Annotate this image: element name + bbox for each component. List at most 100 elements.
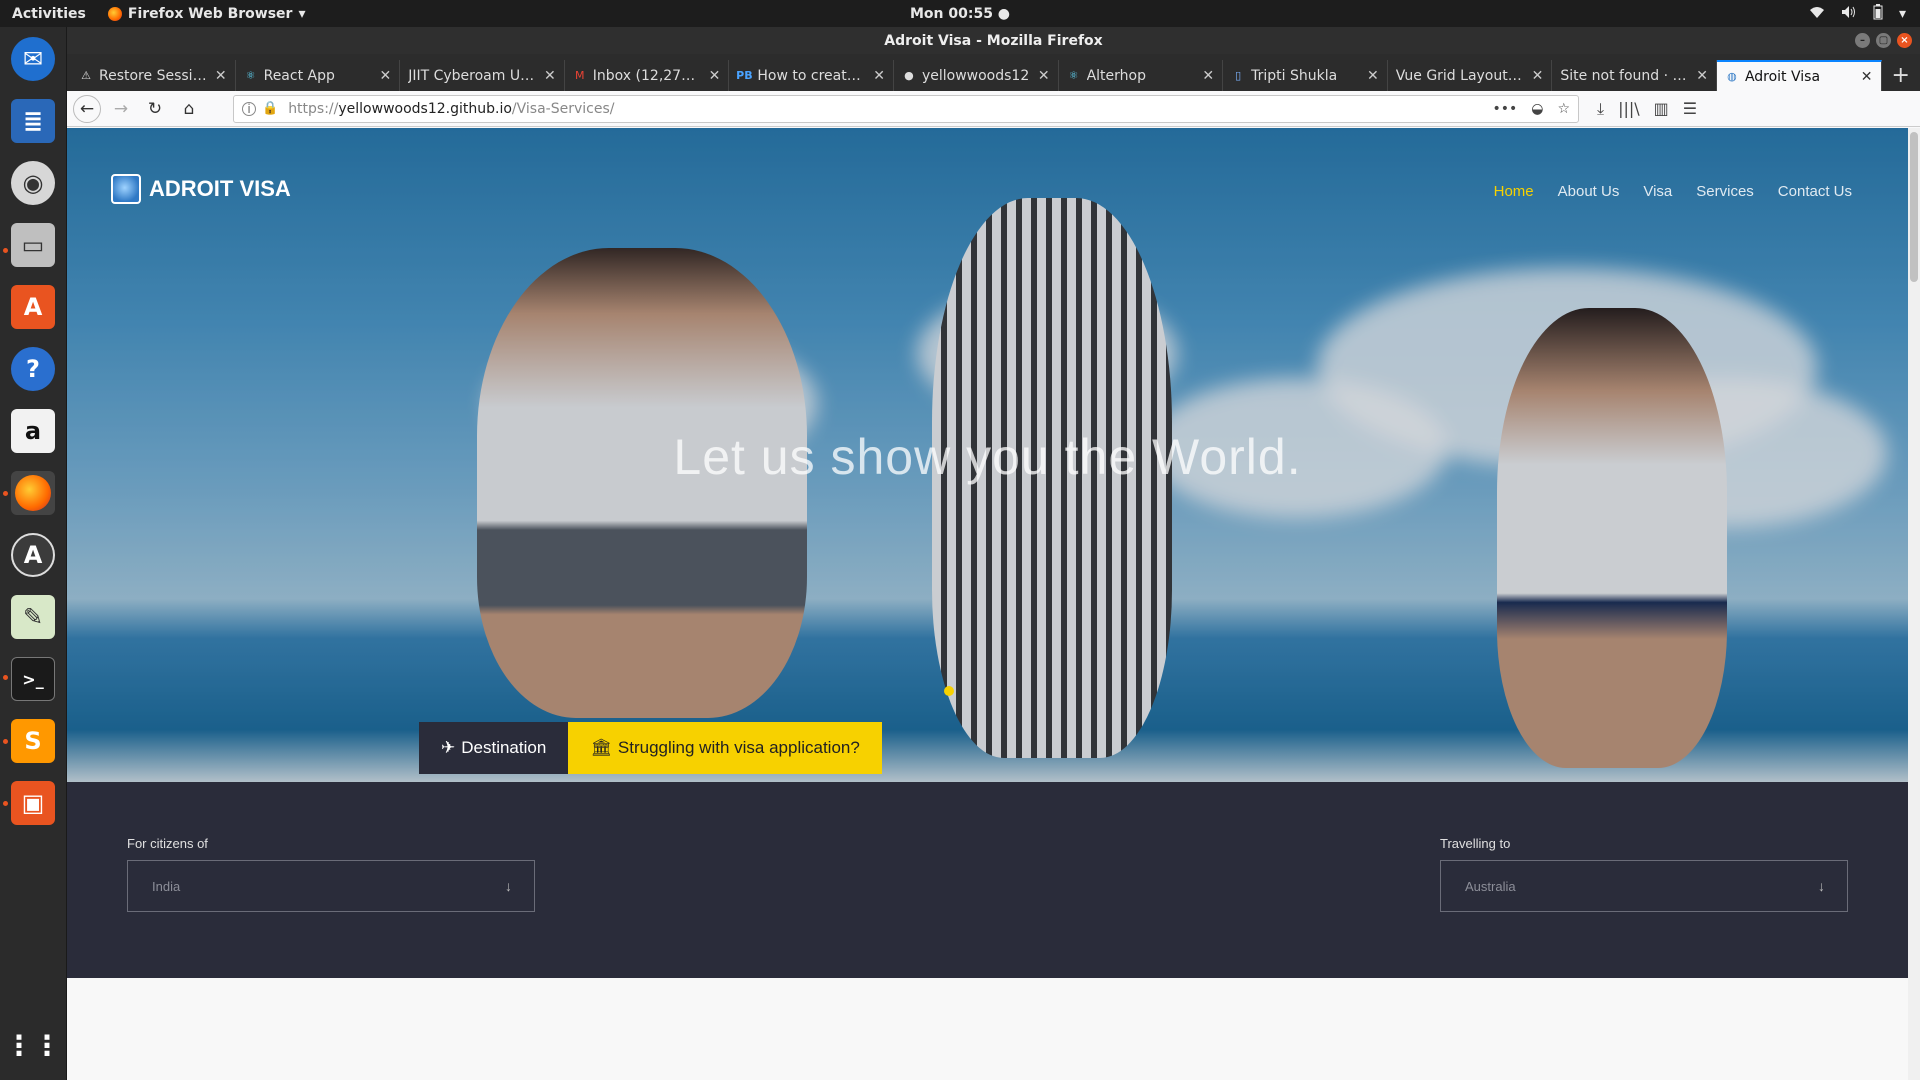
rhythmbox-icon[interactable]: ◉	[11, 161, 55, 205]
battery-icon	[1873, 3, 1883, 24]
travelling-select[interactable]: Australia ↓	[1440, 860, 1848, 912]
close-tab-icon[interactable]: ✕	[1861, 69, 1873, 85]
close-tab-icon[interactable]: ✕	[379, 68, 391, 84]
wifi-icon	[1809, 5, 1825, 23]
pb-icon: PB	[736, 69, 753, 82]
site-nav: Home About Us Visa Services Contact Us	[1494, 183, 1852, 200]
arrow-down-icon: ↓	[1818, 878, 1825, 894]
clock[interactable]: Mon 00:55 ●	[910, 6, 1010, 22]
amazon-icon[interactable]: a	[11, 409, 55, 453]
close-tab-icon[interactable]: ✕	[215, 68, 227, 84]
new-tab-button[interactable]: +	[1882, 60, 1920, 91]
close-window-icon[interactable]: ×	[1897, 33, 1912, 48]
close-tab-icon[interactable]: ✕	[544, 68, 556, 84]
destination-tab[interactable]: ✈ Destination	[419, 722, 569, 774]
show-applications-icon[interactable]: ⋮⋮	[5, 1023, 61, 1067]
running-indicator	[3, 801, 8, 806]
running-indicator	[3, 739, 8, 744]
carousel-indicator[interactable]	[944, 686, 954, 696]
tab-how-to-create[interactable]: PB How to create a ✕	[729, 60, 894, 91]
tab-vue-grid-layout[interactable]: Vue Grid Layout Ex ✕	[1388, 60, 1553, 91]
image-viewer-icon[interactable]: ✎	[11, 595, 55, 639]
navigation-toolbar: ← → ↻ ⌂ i 🔒 https:// yellowwoods12.githu…	[67, 91, 1920, 127]
react-icon: ⚛	[245, 69, 256, 82]
nav-home[interactable]: Home	[1494, 183, 1534, 200]
running-indicator	[3, 491, 8, 496]
help-icon[interactable]: ?	[11, 347, 55, 391]
url-bar[interactable]: i 🔒 https:// yellowwoods12.github.io /Vi…	[233, 94, 1579, 123]
firefox-dock-icon[interactable]	[11, 471, 55, 515]
tab-adroit-visa[interactable]: ◍ Adroit Visa ✕	[1716, 60, 1882, 91]
struggling-tab[interactable]: 🏛 Struggling with visa application?	[568, 722, 882, 774]
libreoffice-writer-icon[interactable]: ≣	[11, 99, 55, 143]
archive-manager-icon[interactable]: ▣	[11, 781, 55, 825]
close-tab-icon[interactable]: ✕	[873, 68, 885, 84]
volume-icon	[1841, 5, 1857, 23]
library-icon[interactable]: |||\	[1618, 99, 1640, 119]
lock-icon[interactable]: 🔒	[262, 101, 278, 116]
pocket-icon[interactable]: ◒	[1531, 101, 1543, 117]
tab-label: Vue Grid Layout Ex	[1395, 67, 1526, 84]
activities-button[interactable]: Activities	[0, 6, 98, 22]
files-icon[interactable]: ▭	[11, 223, 55, 267]
site-logo[interactable]: ADROIT VISA	[111, 174, 291, 204]
back-button[interactable]: ←	[73, 94, 101, 123]
close-tab-icon[interactable]: ✕	[1202, 68, 1214, 84]
close-tab-icon[interactable]: ✕	[1367, 68, 1379, 84]
thunderbird-icon[interactable]: ✉	[11, 37, 55, 81]
home-button[interactable]: ⌂	[175, 95, 203, 123]
citizens-label: For citizens of	[127, 836, 208, 851]
window-titlebar: Adroit Visa - Mozilla Firefox – ▢ ×	[67, 27, 1920, 54]
hero-banner: Let us show you the World. ADROIT VISA H…	[67, 128, 1908, 782]
chevron-down-icon: ▾	[298, 5, 306, 22]
software-center-icon[interactable]: A	[11, 285, 55, 329]
tab-alterhop[interactable]: ⚛ Alterhop ✕	[1059, 60, 1224, 91]
tab-jiit-cyberoam[interactable]: JIIT Cyberoam User ✕	[400, 60, 565, 91]
downloads-icon[interactable]: ⤓	[1597, 99, 1604, 119]
nav-contact-us[interactable]: Contact Us	[1778, 183, 1852, 200]
terminal-icon[interactable]: >_	[11, 657, 55, 701]
tab-label: JIIT Cyberoam User	[408, 67, 539, 84]
app-menu[interactable]: Firefox Web Browser ▾	[98, 6, 316, 22]
globe-icon: ◍	[1727, 70, 1737, 83]
nav-services[interactable]: Services	[1696, 183, 1754, 200]
close-tab-icon[interactable]: ✕	[1696, 68, 1708, 84]
forward-button[interactable]: →	[107, 95, 135, 123]
tab-inbox[interactable]: M Inbox (12,276) - ✕	[565, 60, 730, 91]
system-top-bar: Activities Firefox Web Browser ▾ Mon 00:…	[0, 0, 1920, 27]
software-updater-icon[interactable]: A	[11, 533, 55, 577]
travelling-field-group: Travelling to Australia ↓	[1440, 836, 1848, 912]
page-scrollbar[interactable]	[1908, 128, 1920, 1080]
nav-about-us[interactable]: About Us	[1558, 183, 1620, 200]
close-tab-icon[interactable]: ✕	[1038, 68, 1050, 84]
site-info-icon[interactable]: i	[242, 101, 256, 116]
tab-site-not-found[interactable]: Site not found · Git ✕	[1552, 60, 1717, 91]
scrollbar-thumb[interactable]	[1910, 132, 1918, 282]
url-actions: ••• ◒ ☆	[1492, 101, 1570, 117]
sidebar-icon[interactable]: ▥	[1654, 99, 1669, 119]
tab-restore-session[interactable]: ⚠ Restore Session ✕	[71, 60, 236, 91]
airplane-icon: ✈	[441, 738, 456, 757]
sublime-text-icon[interactable]: S	[11, 719, 55, 763]
tab-yellowwoods12[interactable]: ● yellowwoods12 ✕	[894, 60, 1059, 91]
tab-label: How to create a	[757, 67, 868, 84]
tab-label: Restore Session	[99, 67, 209, 84]
tab-tripti-shukla[interactable]: ▯ Tripti Shukla ✕	[1223, 60, 1388, 91]
close-tab-icon[interactable]: ✕	[709, 68, 721, 84]
github-icon: ●	[904, 69, 914, 82]
react-icon: ⚛	[1068, 69, 1079, 82]
minimize-icon[interactable]: –	[1855, 33, 1870, 48]
citizens-select[interactable]: India ↓	[127, 860, 535, 912]
tab-label: yellowwoods12	[921, 67, 1030, 84]
travelling-label: Travelling to	[1440, 836, 1511, 851]
url-host: yellowwoods12.github.io	[338, 100, 512, 117]
system-tray[interactable]: ▾	[1809, 3, 1906, 24]
maximize-icon[interactable]: ▢	[1876, 33, 1891, 48]
tab-react-app[interactable]: ⚛ React App ✕	[236, 60, 401, 91]
menu-icon[interactable]: ☰	[1683, 99, 1697, 119]
page-actions-icon[interactable]: •••	[1492, 101, 1517, 117]
bookmark-star-icon[interactable]: ☆	[1557, 101, 1570, 117]
nav-visa[interactable]: Visa	[1643, 183, 1672, 200]
reload-button[interactable]: ↻	[141, 95, 169, 123]
close-tab-icon[interactable]: ✕	[1532, 68, 1544, 84]
